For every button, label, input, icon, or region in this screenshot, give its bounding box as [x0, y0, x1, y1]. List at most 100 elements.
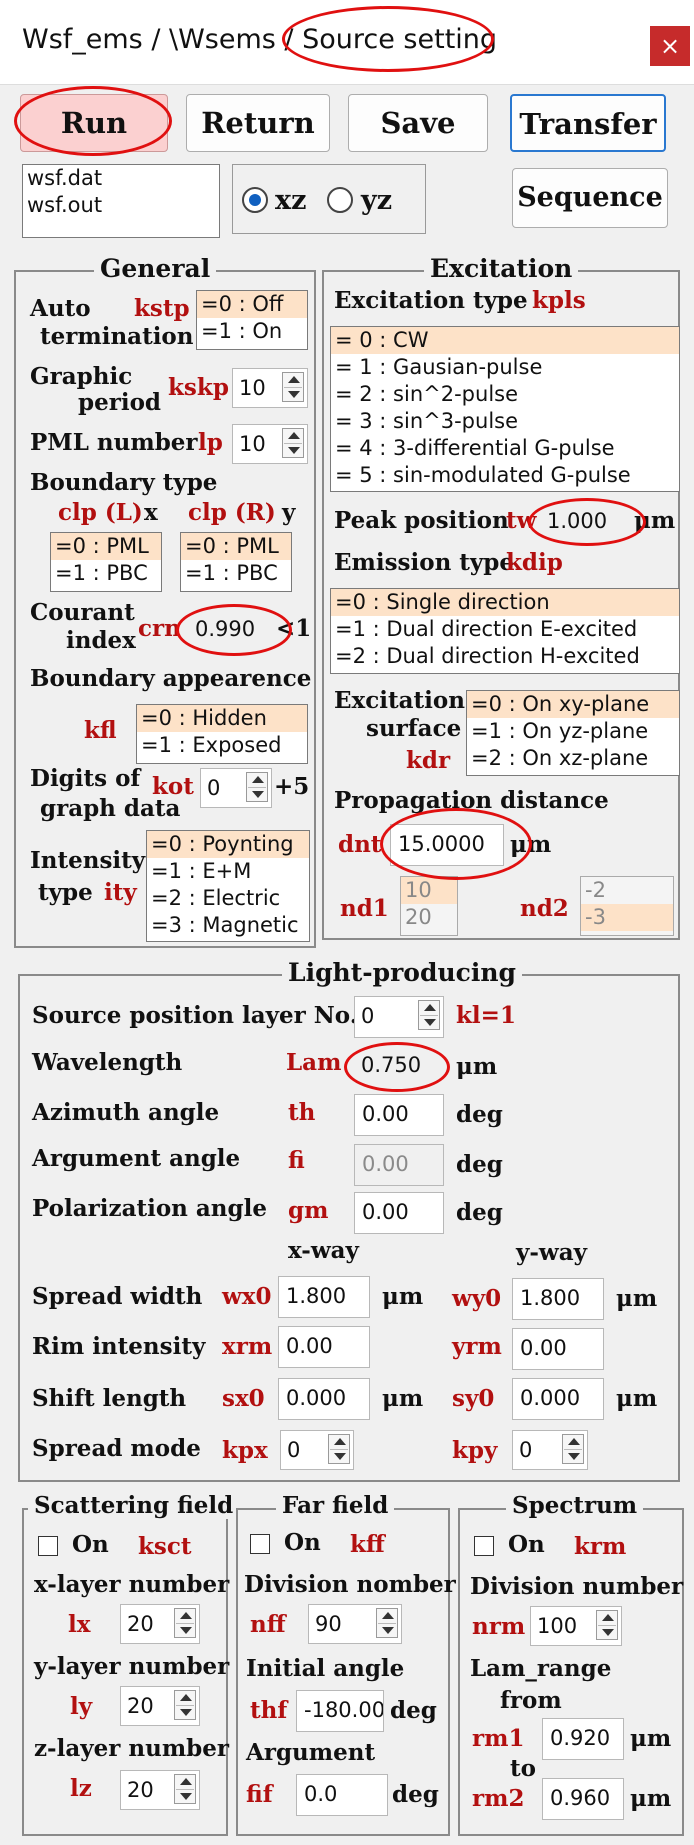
- emission-type-list[interactable]: =0 : Single direction =1 : Dual directio…: [330, 588, 680, 674]
- far-field-division-stepper[interactable]: 90: [308, 1604, 402, 1644]
- list-item[interactable]: =1 : PBC: [181, 560, 291, 587]
- kpx-stepper[interactable]: 0: [280, 1430, 354, 1470]
- list-item[interactable]: wsf.dat: [23, 165, 187, 192]
- spectrum-division-stepper[interactable]: 100: [530, 1606, 622, 1646]
- list-item[interactable]: = 2 : sin^2-pulse: [331, 381, 679, 408]
- list-item[interactable]: =1 : On: [197, 318, 307, 345]
- stepper-arrows-icon[interactable]: [562, 1434, 584, 1464]
- list-item[interactable]: =1 : On yz-plane: [467, 718, 679, 745]
- rm2-input[interactable]: 0.960: [542, 1778, 624, 1820]
- lz-stepper[interactable]: 20: [120, 1770, 200, 1810]
- list-item[interactable]: =2 : On xz-plane: [467, 745, 679, 772]
- list-item[interactable]: = 3 : sin^3-pulse: [331, 408, 679, 435]
- list-item[interactable]: = 5 : sin-modulated G-pulse: [331, 462, 679, 489]
- stepper-arrows-icon[interactable]: [282, 372, 304, 402]
- sy0-input[interactable]: 0.000: [512, 1378, 604, 1420]
- list-item[interactable]: =1 : PBC: [51, 560, 161, 587]
- yz-radio[interactable]: [327, 187, 353, 213]
- stepper-arrows-icon[interactable]: [328, 1434, 350, 1464]
- ly-value: 20: [127, 1694, 154, 1718]
- kpy-var: kpy: [452, 1437, 498, 1464]
- intensity-list[interactable]: =0 : Poynting =1 : E+M =2 : Electric =3 …: [146, 830, 310, 942]
- stepper-arrows-icon[interactable]: [282, 428, 304, 458]
- source-position-stepper[interactable]: 0: [354, 996, 444, 1038]
- far-field-on-checkbox[interactable]: [250, 1534, 270, 1554]
- save-button[interactable]: Save: [348, 94, 488, 152]
- list-item[interactable]: = 4 : 3-differential G-pulse: [331, 435, 679, 462]
- spectrum-on-checkbox[interactable]: [474, 1536, 494, 1556]
- list-item[interactable]: =3 : Magnetic: [147, 912, 309, 939]
- excitation-type-list[interactable]: = 0 : CW = 1 : Gausian-pulse = 2 : sin^2…: [330, 326, 680, 492]
- stepper-arrows-icon[interactable]: [174, 1690, 196, 1720]
- list-item[interactable]: wsf.out: [23, 192, 187, 219]
- wavelength-input[interactable]: 0.750: [354, 1046, 432, 1086]
- list-item[interactable]: =1 : Exposed: [137, 732, 307, 759]
- excitation-surface-list[interactable]: =0 : On xy-plane =1 : On yz-plane =2 : O…: [466, 690, 680, 776]
- far-field-argument-input[interactable]: 0.0: [296, 1774, 388, 1816]
- xz-radio[interactable]: [242, 187, 268, 213]
- nd1-list[interactable]: 10 20: [400, 876, 458, 936]
- list-item[interactable]: =0 : Hidden: [137, 705, 307, 732]
- stepper-arrows-icon[interactable]: [376, 1608, 398, 1638]
- list-item[interactable]: =2 : Dual direction H-excited: [331, 643, 679, 670]
- argument-angle-input[interactable]: 0.00: [354, 1144, 444, 1186]
- boundary-right-list[interactable]: =0 : PML =1 : PBC: [180, 532, 292, 592]
- stepper-arrows-icon[interactable]: [246, 772, 268, 802]
- rm1-input[interactable]: 0.920: [542, 1718, 624, 1760]
- sequence-button[interactable]: Sequence: [512, 168, 668, 228]
- azimuth-input[interactable]: 0.00: [354, 1094, 444, 1136]
- list-item[interactable]: = 0 : CW: [331, 327, 679, 354]
- close-button[interactable]: ×: [650, 26, 690, 66]
- list-item[interactable]: -2: [581, 877, 673, 904]
- list-item[interactable]: 20: [401, 904, 457, 931]
- list-item[interactable]: =0 : PML: [181, 533, 291, 560]
- stepper-arrows-icon[interactable]: [174, 1774, 196, 1804]
- courant-input[interactable]: 0.990: [188, 610, 276, 650]
- sx0-input[interactable]: 0.000: [278, 1378, 370, 1420]
- propagation-distance-input[interactable]: 15.0000: [390, 824, 504, 866]
- list-item[interactable]: = 1 : Gausian-pulse: [331, 354, 679, 381]
- list-item[interactable]: -3: [581, 904, 673, 931]
- transfer-button[interactable]: Transfer: [510, 94, 666, 152]
- scattering-on-checkbox[interactable]: [38, 1536, 58, 1556]
- digits-stepper[interactable]: 0: [200, 768, 272, 808]
- run-button[interactable]: Run: [20, 94, 168, 152]
- list-item[interactable]: =0 : On xy-plane: [467, 691, 679, 718]
- clp-left-axis: x: [144, 499, 158, 526]
- return-button[interactable]: Return: [186, 94, 330, 152]
- initial-angle-input[interactable]: -180.00: [296, 1690, 384, 1732]
- pml-number-stepper[interactable]: 10: [232, 424, 308, 464]
- list-item[interactable]: =2 : Electric: [147, 885, 309, 912]
- peak-position-input[interactable]: 1.000: [540, 502, 630, 542]
- lx-value: 20: [127, 1612, 154, 1636]
- nd2-list[interactable]: -2 -3: [580, 876, 674, 936]
- list-item[interactable]: =0 : PML: [51, 533, 161, 560]
- stepper-arrows-icon[interactable]: [174, 1608, 196, 1638]
- list-item[interactable]: 10: [401, 877, 457, 904]
- lx-stepper[interactable]: 20: [120, 1604, 200, 1644]
- polarization-unit: deg: [456, 1199, 503, 1226]
- wx0-input[interactable]: 1.800: [278, 1276, 370, 1318]
- spread-mode-label: Spread mode: [32, 1435, 201, 1462]
- sx0-var: sx0: [222, 1385, 265, 1412]
- list-item[interactable]: =1 : Dual direction E-excited: [331, 616, 679, 643]
- kpy-stepper[interactable]: 0: [512, 1430, 588, 1470]
- list-item[interactable]: =0 : Single direction: [331, 589, 679, 616]
- graphic-period-stepper[interactable]: 10: [232, 368, 308, 408]
- boundary-appearance-list[interactable]: =0 : Hidden =1 : Exposed: [136, 704, 308, 764]
- auto-termination-label-2: termination: [40, 323, 194, 350]
- boundary-left-list[interactable]: =0 : PML =1 : PBC: [50, 532, 162, 592]
- list-item[interactable]: =0 : Poynting: [147, 831, 309, 858]
- file-list[interactable]: wsf.dat wsf.out: [22, 164, 220, 238]
- wy0-input[interactable]: 1.800: [512, 1278, 604, 1320]
- ly-stepper[interactable]: 20: [120, 1686, 200, 1726]
- polarization-input[interactable]: 0.00: [354, 1192, 444, 1234]
- yrm-input[interactable]: 0.00: [512, 1328, 604, 1370]
- stepper-arrows-icon[interactable]: [596, 1610, 618, 1640]
- list-item[interactable]: =1 : E+M: [147, 858, 309, 885]
- list-item[interactable]: =0 : Off: [197, 291, 307, 318]
- xrm-input[interactable]: 0.00: [278, 1326, 370, 1368]
- auto-termination-list[interactable]: =0 : Off =1 : On: [196, 290, 308, 350]
- kdip-var: kdip: [506, 549, 563, 576]
- stepper-arrows-icon[interactable]: [418, 1000, 440, 1030]
